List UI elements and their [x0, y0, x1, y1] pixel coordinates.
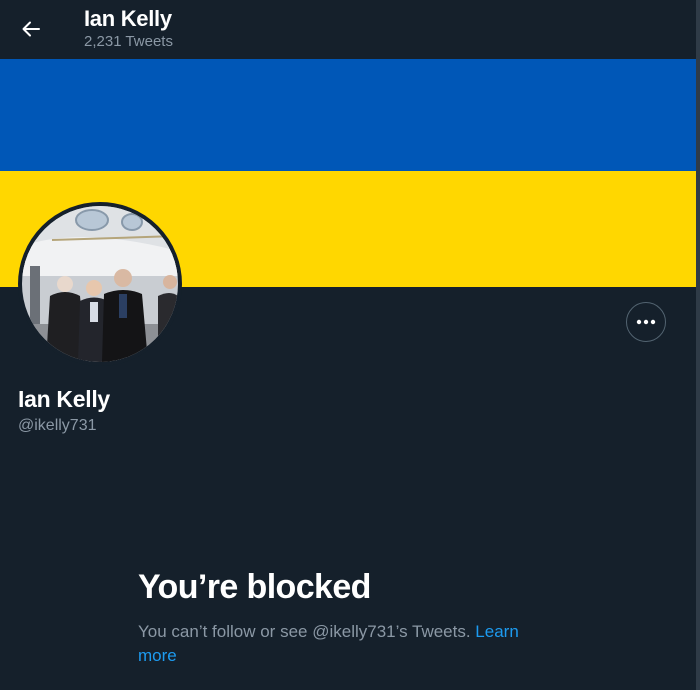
window-edge [696, 0, 700, 690]
avatar[interactable] [18, 202, 182, 366]
arrow-left-icon [22, 21, 40, 37]
profile-name: Ian Kelly [18, 386, 110, 412]
blocked-message: You can’t follow or see @ikelly731’s Twe… [138, 620, 538, 668]
back-button[interactable] [14, 12, 48, 46]
banner-blue-stripe [0, 59, 696, 171]
tweet-count: 2,231 Tweets [84, 33, 173, 50]
blocked-message-text: You can’t follow or see @ikelly731’s Twe… [138, 622, 476, 641]
profile-handle: @ikelly731 [18, 417, 97, 434]
profile-header: Ian Kelly 2,231 Tweets [0, 0, 696, 58]
header-title: Ian Kelly [84, 6, 172, 31]
more-horizontal-icon [636, 319, 656, 325]
avatar-photo [22, 206, 178, 362]
more-button[interactable] [626, 302, 666, 342]
blocked-title: You’re blocked [138, 568, 371, 606]
